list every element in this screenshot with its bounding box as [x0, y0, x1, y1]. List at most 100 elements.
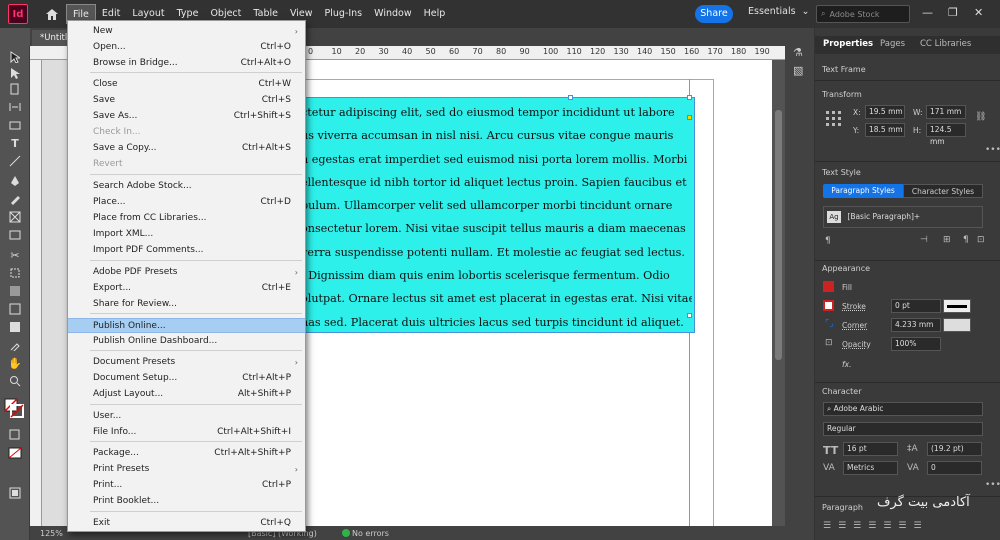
screen-mode-icon[interactable]	[7, 486, 23, 500]
layers-panel-icon[interactable]: ▧	[793, 64, 803, 77]
corner-size-field[interactable]: 4.233 mm	[891, 318, 941, 332]
tracking-field[interactable]: 0	[927, 461, 982, 475]
scissors-tool-icon[interactable]: ✂	[7, 248, 23, 262]
menu-item-place[interactable]: Place... Ctrl+D	[68, 195, 305, 210]
more-options-icon[interactable]: •••	[985, 480, 1000, 490]
body-text[interactable]: ctetur adipiscing elit, sed do eiusmod t…	[301, 101, 692, 332]
menu-item-import-xml[interactable]: Import XML...	[68, 227, 305, 242]
menu-item-share-for-review[interactable]: Share for Review...	[68, 297, 305, 312]
menu-item-print[interactable]: Print... Ctrl+P	[68, 478, 305, 493]
edit-style-icon[interactable]: ¶	[963, 235, 969, 245]
document-tab[interactable]: *Untitl	[32, 30, 68, 46]
type-tool-icon[interactable]: T	[7, 136, 23, 150]
menu-item-package[interactable]: Package... Ctrl+Alt+Shift+P	[68, 446, 305, 461]
text-frame[interactable]: ctetur adipiscing elit, sed do eiusmod t…	[300, 97, 695, 333]
gradient-feather-tool-icon[interactable]	[7, 302, 23, 316]
eyedropper-tool-icon[interactable]	[7, 338, 23, 352]
direct-selection-tool-icon[interactable]	[7, 66, 23, 80]
tab-pages[interactable]: Pages	[880, 39, 905, 49]
justify-all-icon[interactable]: ☰	[913, 521, 921, 531]
menu-item-file-info[interactable]: File Info... Ctrl+Alt+Shift+I	[68, 425, 305, 440]
note-tool-icon[interactable]	[7, 320, 23, 334]
close-icon[interactable]: ✕	[974, 6, 983, 19]
pilcrow-icon[interactable]: ¶	[825, 236, 831, 246]
leading-field[interactable]: (19.2 pt)	[927, 442, 982, 456]
fill-stroke-swatch-icon[interactable]	[4, 398, 24, 418]
menu-item-exit[interactable]: Exit Ctrl+Q	[68, 516, 305, 531]
menu-item-document-presets[interactable]: Document Presets ›	[68, 355, 305, 370]
align-right-icon[interactable]: ☰	[853, 521, 861, 531]
menu-item-save-a-copy[interactable]: Save a Copy... Ctrl+Alt+S	[68, 141, 305, 156]
opacity-field[interactable]: 100%	[891, 337, 941, 351]
pen-tool-icon[interactable]	[7, 174, 23, 188]
zoom-level[interactable]: 125%	[40, 529, 63, 538]
free-transform-tool-icon[interactable]	[7, 266, 23, 280]
paragraph-style-dropdown[interactable]: Ag [Basic Paragraph]+	[823, 206, 983, 228]
line-tool-icon[interactable]	[7, 154, 23, 168]
fill-swatch[interactable]	[823, 281, 834, 292]
stroke-swatch[interactable]	[823, 300, 834, 311]
home-icon[interactable]	[38, 0, 66, 28]
gradient-swatch-tool-icon[interactable]	[7, 284, 23, 298]
constrain-proportions-icon[interactable]: ⛓	[975, 112, 986, 122]
menu-help[interactable]: Help	[418, 4, 452, 24]
menu-item-adobe-pdf-presets[interactable]: Adobe PDF Presets ›	[68, 265, 305, 280]
maximize-icon[interactable]: ❐	[948, 6, 958, 19]
tab-properties[interactable]: Properties	[823, 39, 873, 49]
menu-item-save[interactable]: Save Ctrl+S	[68, 93, 305, 108]
menu-item-close[interactable]: Close Ctrl+W	[68, 77, 305, 92]
frame-handle[interactable]	[687, 95, 692, 100]
text-frame-in-port[interactable]	[687, 115, 692, 120]
height-field[interactable]: 124.5 mm	[926, 123, 966, 146]
menu-window[interactable]: Window	[368, 4, 417, 24]
hand-tool-icon[interactable]: ✋	[7, 356, 23, 370]
menu-item-export[interactable]: Export... Ctrl+E	[68, 281, 305, 296]
menu-item-new[interactable]: New ›	[68, 24, 305, 39]
content-collector-icon[interactable]	[7, 118, 23, 132]
reference-point-icon[interactable]	[825, 110, 843, 128]
selection-tool-icon[interactable]	[7, 50, 23, 64]
kerning-field[interactable]: Metrics	[843, 461, 898, 475]
more-options-icon[interactable]: •••	[985, 145, 1000, 155]
y-field[interactable]: 18.5 mm	[865, 123, 905, 137]
menu-item-publish-online-dashboard[interactable]: Publish Online Dashboard...	[68, 334, 305, 349]
stroke-type-dropdown[interactable]	[943, 299, 971, 313]
minimize-icon[interactable]: —	[922, 6, 933, 19]
justify-left-icon[interactable]: ☰	[868, 521, 876, 531]
menu-item-import-pdf-comments[interactable]: Import PDF Comments...	[68, 243, 305, 258]
share-button[interactable]: Share	[695, 5, 733, 23]
font-family-dropdown[interactable]: ⌕ Adobe Arabic	[823, 402, 983, 416]
pencil-tool-icon[interactable]	[7, 192, 23, 206]
links-panel-icon[interactable]: ⚗	[793, 46, 803, 59]
menu-item-search-adobe-stock[interactable]: Search Adobe Stock...	[68, 179, 305, 194]
menu-item-document-setup[interactable]: Document Setup... Ctrl+Alt+P	[68, 371, 305, 386]
scrollbar-thumb[interactable]	[775, 110, 782, 360]
stock-search-input[interactable]: ⌕ Adobe Stock	[816, 5, 910, 23]
tab-cc-libraries[interactable]: CC Libraries	[920, 39, 971, 49]
frame-handle[interactable]	[687, 313, 692, 318]
corner-options-icon[interactable]: ⌜⌟	[825, 319, 833, 329]
formatting-container-icon[interactable]	[7, 428, 23, 442]
new-style-icon[interactable]: ⊡	[977, 235, 985, 245]
menu-item-adjust-layout[interactable]: Adjust Layout... Alt+Shift+P	[68, 387, 305, 402]
zoom-tool-icon[interactable]	[7, 374, 23, 388]
width-field[interactable]: 171 mm	[926, 105, 966, 119]
justify-center-icon[interactable]: ☰	[883, 521, 891, 531]
preflight-status[interactable]: No errors	[352, 529, 389, 538]
align-left-icon[interactable]: ☰	[823, 521, 831, 531]
rectangle-frame-tool-icon[interactable]	[7, 210, 23, 224]
tab-paragraph-styles[interactable]: Paragraph Styles	[823, 184, 903, 198]
workspace-switcher[interactable]: Essentials ⌄	[748, 6, 810, 17]
create-style-icon[interactable]: ⊞	[943, 235, 951, 245]
menu-item-publish-online[interactable]: Publish Online...	[68, 318, 305, 333]
stroke-weight-field[interactable]: 0 pt	[891, 299, 941, 313]
menu-plugins[interactable]: Plug-Ins	[319, 4, 369, 24]
clear-overrides-icon[interactable]: ⊣	[920, 235, 928, 245]
menu-item-open[interactable]: Open... Ctrl+O	[68, 40, 305, 55]
frame-handle[interactable]	[568, 95, 573, 100]
effects-label[interactable]: fx.	[842, 360, 851, 369]
menu-item-print-booklet[interactable]: Print Booklet...	[68, 494, 305, 509]
corner-shape-dropdown[interactable]	[943, 318, 971, 332]
menu-item-print-presets[interactable]: Print Presets ›	[68, 462, 305, 477]
align-center-icon[interactable]: ☰	[838, 521, 846, 531]
